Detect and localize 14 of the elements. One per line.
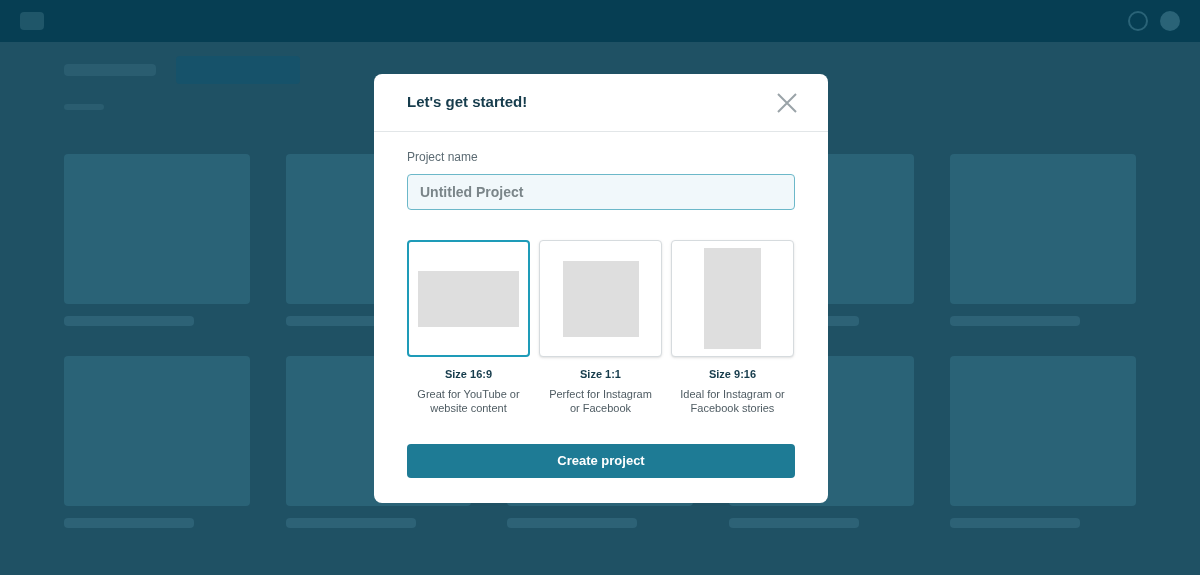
field-label: Project name	[407, 149, 479, 166]
create-project-button[interactable]: Create project	[407, 443, 795, 478]
avatar-icon[interactable]	[1160, 11, 1180, 31]
size-title: Size 16:9	[444, 367, 493, 382]
size-description: Perfect for Instagram or Facebook	[548, 386, 653, 415]
size-description: Ideal for Instagram or Facebook stories	[679, 386, 786, 415]
size-title: Size 9:16	[708, 367, 757, 382]
project-name-field[interactable]: Untitled Project	[407, 174, 795, 210]
size-title: Size 1:1	[580, 367, 621, 382]
logo-icon	[20, 12, 44, 30]
dialog-title: Let's get started!	[407, 92, 528, 113]
size-description: Great for YouTube or website content	[416, 386, 521, 415]
close-icon[interactable]	[776, 91, 798, 114]
size-option[interactable]	[407, 240, 530, 357]
